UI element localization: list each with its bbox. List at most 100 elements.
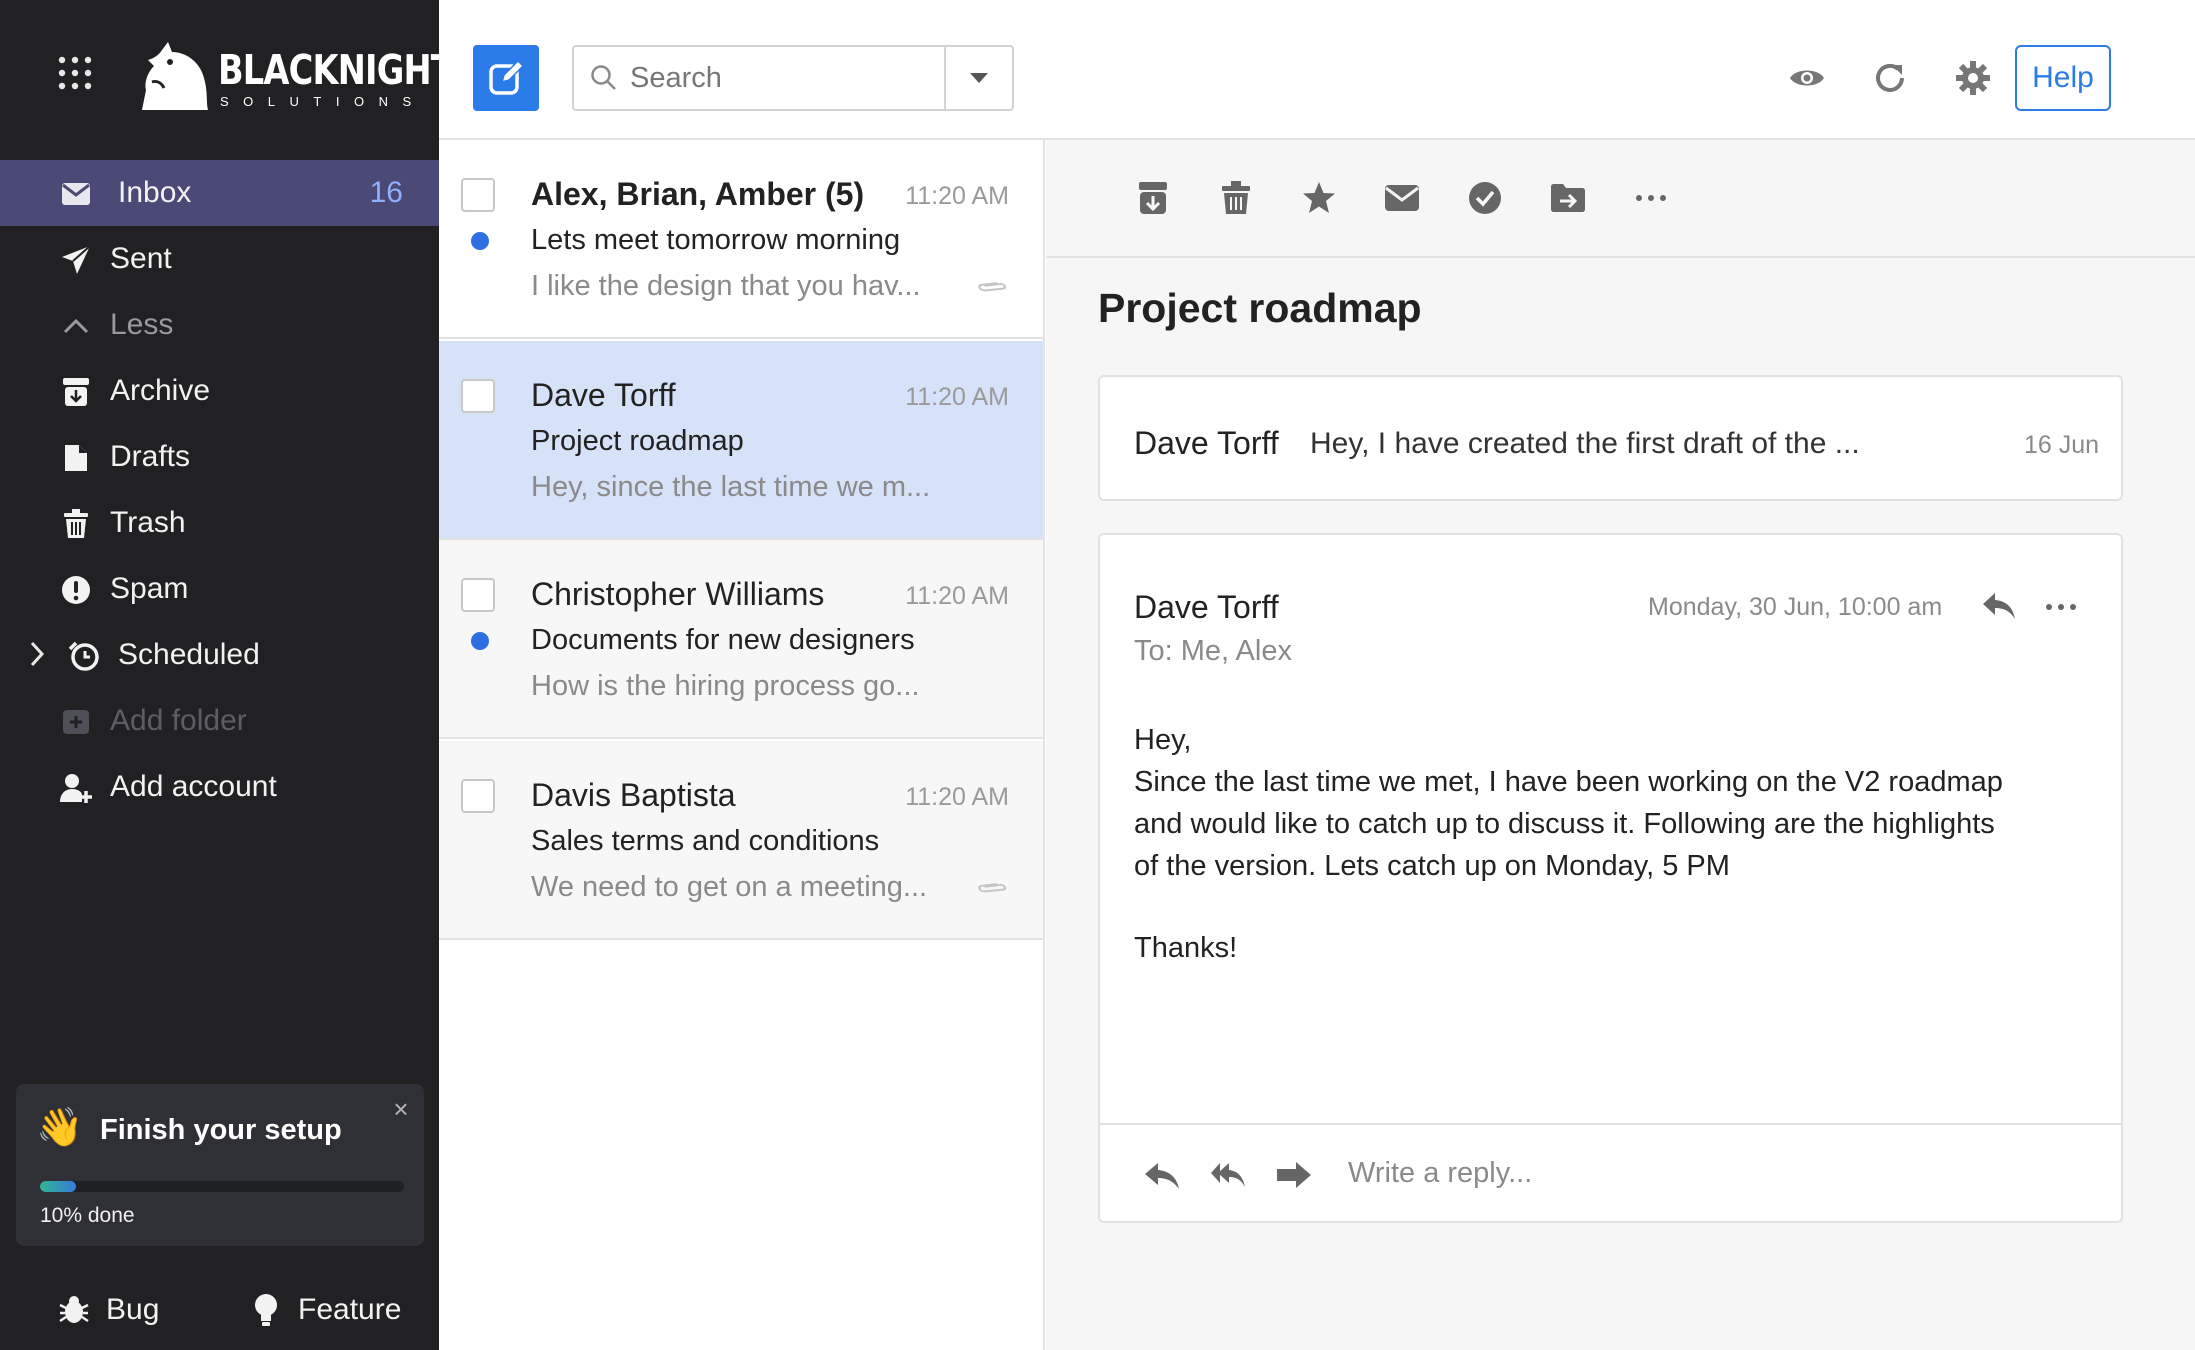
body-greeting: Hey, — [1134, 724, 1192, 756]
search-options-dropdown[interactable] — [944, 47, 1012, 109]
message-preview: Hey, since the last time we m... — [531, 471, 931, 503]
sidebar-item-add-account[interactable]: Add account — [0, 754, 439, 820]
sidebar-item-scheduled[interactable]: Scheduled — [0, 622, 439, 688]
mark-unread-icon[interactable] — [1383, 179, 1421, 217]
more-options-icon[interactable] — [2044, 595, 2078, 619]
collapsed-message[interactable]: Dave Torff Hey, I have created the first… — [1098, 375, 2123, 501]
select-checkbox[interactable] — [461, 379, 495, 413]
add-user-icon — [60, 772, 92, 804]
message-sender: Dave Torff — [1134, 425, 1279, 461]
list-item[interactable]: Dave Torff 11:20 AM Project roadmap Hey,… — [439, 341, 1043, 540]
list-item[interactable]: Davis Baptista 11:20 AM Sales terms and … — [439, 741, 1043, 940]
setup-progress-bar — [40, 1181, 404, 1192]
unread-dot — [471, 632, 489, 650]
message-time: 11:20 AM — [905, 383, 1009, 411]
sidebar-item-sent[interactable]: Sent — [0, 226, 439, 292]
folder-nav: Inbox 16 Sent Less Archive Drafts Trash … — [0, 160, 439, 820]
select-checkbox[interactable] — [461, 178, 495, 212]
compose-button[interactable] — [473, 45, 539, 111]
select-checkbox[interactable] — [461, 779, 495, 813]
list-item[interactable]: Alex, Brian, Amber (5) 11:20 AM Lets mee… — [439, 140, 1043, 339]
search-box[interactable] — [572, 45, 1014, 111]
body-line: of the version. Lets catch up on Monday,… — [1134, 850, 1730, 882]
sidebar-item-add-folder[interactable]: Add folder — [0, 688, 439, 754]
sidebar-item-archive[interactable]: Archive — [0, 358, 439, 424]
message-datetime: Monday, 30 Jun, 10:00 am — [1648, 593, 1943, 621]
message-time: 11:20 AM — [905, 582, 1009, 610]
list-item[interactable]: Christopher Williams 11:20 AM Documents … — [439, 540, 1043, 739]
body-line: Since the last time we met, I have been … — [1134, 766, 2003, 798]
spam-icon — [60, 574, 92, 606]
sidebar-item-label: Trash — [110, 506, 186, 539]
top-toolbar: Help — [439, 0, 2195, 140]
check-circle-icon[interactable] — [1466, 179, 1504, 217]
setup-progress-card[interactable]: 👋 Finish your setup × 10% done — [16, 1084, 424, 1246]
app-grid-icon[interactable] — [58, 56, 92, 90]
sidebar: BLACKNIGHT SOLUTIONS Inbox 16 Sent Less — [0, 0, 454, 1350]
reply-bar — [1100, 1123, 2121, 1221]
unread-dot — [471, 232, 489, 250]
body-line: and would like to catch up to discuss it… — [1134, 808, 1995, 840]
expanded-message: Dave Torff To: Me, Alex Monday, 30 Jun, … — [1098, 533, 2123, 1223]
more-options-icon[interactable] — [1632, 179, 1670, 217]
drafts-icon — [60, 442, 92, 474]
sidebar-item-spam[interactable]: Spam — [0, 556, 439, 622]
sidebar-item-label: Drafts — [110, 440, 191, 473]
message-subject: Documents for new designers — [531, 624, 915, 656]
compose-icon — [489, 60, 524, 95]
knight-logo-icon — [142, 42, 208, 110]
message-recipients: To: Me, Alex — [1134, 635, 1292, 667]
chevron-right-icon[interactable] — [26, 640, 50, 668]
help-button[interactable]: Help — [2015, 45, 2111, 111]
message-time: 11:20 AM — [905, 783, 1009, 811]
message-sender: Dave Torff — [1134, 589, 1279, 625]
message-sender: Christopher Williams — [531, 576, 825, 612]
sidebar-item-label: Less — [110, 308, 174, 341]
company-logo[interactable]: BLACKNIGHT SOLUTIONS — [134, 38, 454, 118]
delete-icon[interactable] — [1217, 179, 1255, 217]
sidebar-item-label: Spam — [110, 572, 189, 605]
move-to-folder-icon[interactable] — [1549, 179, 1587, 217]
message-actions-toolbar — [1046, 140, 2195, 258]
eye-icon[interactable] — [1789, 60, 1825, 96]
lightbulb-icon — [248, 1292, 284, 1328]
waving-hand-icon: 👋 — [36, 1107, 84, 1149]
forward-icon[interactable] — [1276, 1161, 1312, 1191]
message-sender: Alex, Brian, Amber (5) — [531, 176, 865, 212]
reading-pane: Project roadmap Dave Torff Hey, I have c… — [1046, 140, 2195, 1350]
sidebar-item-label: Sent — [110, 242, 172, 275]
trash-icon — [60, 508, 92, 540]
refresh-icon[interactable] — [1872, 60, 1908, 96]
star-icon[interactable] — [1300, 179, 1338, 217]
search-input[interactable] — [630, 59, 930, 97]
message-time: 11:20 AM — [905, 182, 1009, 210]
close-icon[interactable]: × — [390, 1096, 412, 1122]
sidebar-item-label: Inbox — [118, 176, 192, 209]
body-signoff: Thanks! — [1134, 932, 1238, 964]
select-checkbox[interactable] — [461, 578, 495, 612]
archive-icon[interactable] — [1134, 179, 1172, 217]
sidebar-item-trash[interactable]: Trash — [0, 490, 439, 556]
sidebar-item-drafts[interactable]: Drafts — [0, 424, 439, 490]
reply-all-icon[interactable] — [1210, 1161, 1246, 1191]
message-snippet: Hey, I have created the first draft of t… — [1310, 427, 1860, 460]
reply-icon[interactable] — [1982, 591, 2016, 621]
sidebar-item-less[interactable]: Less — [0, 292, 439, 358]
sidebar-item-inbox[interactable]: Inbox 16 — [0, 160, 439, 226]
message-preview: I like the design that you hav... — [531, 270, 921, 302]
gear-icon[interactable] — [1955, 60, 1991, 96]
paperclip-icon — [978, 883, 1007, 893]
paperclip-icon — [978, 282, 1007, 292]
message-sender: Dave Torff — [531, 377, 676, 413]
reply-input[interactable] — [1348, 1153, 2048, 1193]
add-folder-icon — [60, 706, 92, 738]
report-bug-button[interactable]: Bug — [56, 1292, 159, 1328]
sidebar-item-label: Add folder — [110, 704, 247, 737]
reply-icon[interactable] — [1144, 1161, 1180, 1191]
message-subject: Lets meet tomorrow morning — [531, 224, 901, 256]
feedback-links: Bug Feature — [0, 1280, 439, 1340]
setup-progress-label: 10% done — [40, 1204, 135, 1227]
feature-request-button[interactable]: Feature — [248, 1292, 401, 1328]
search-icon — [591, 65, 616, 90]
